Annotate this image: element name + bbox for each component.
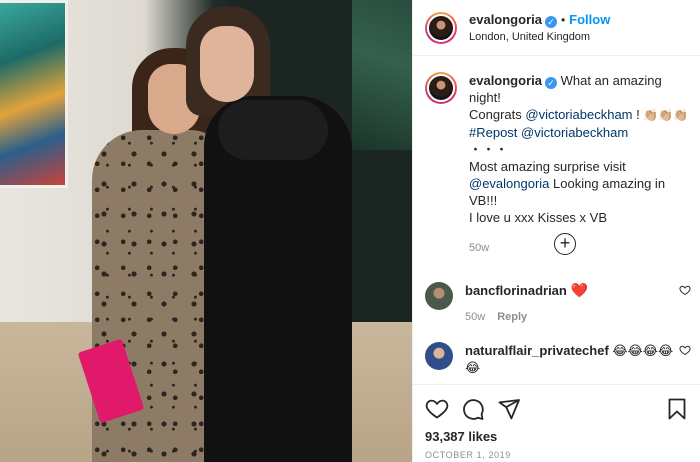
author-avatar[interactable]	[425, 11, 457, 44]
photo-person-right-face	[200, 26, 254, 102]
author-username[interactable]: evalongoria	[469, 12, 542, 27]
comment-avatar[interactable]	[425, 282, 453, 310]
bookmark-icon[interactable]	[665, 397, 689, 421]
comment-text: 😂😂😂😂	[612, 343, 674, 358]
follow-button[interactable]: Follow	[569, 12, 610, 27]
photo-painting-left	[0, 0, 68, 188]
caption-line4: Most amazing surprise visit	[469, 159, 626, 174]
post-header: evalongoria ✓ • Follow London, United Kingd…	[413, 0, 700, 56]
comment-item: bancflorinadrian ❤️ 50w Reply	[413, 282, 700, 326]
verified-badge-icon: ✓	[544, 16, 557, 28]
post-actions: 93,387 likes OCTOBER 1, 2019	[413, 384, 700, 460]
caption-username[interactable]: evalongoria	[469, 73, 542, 88]
clapping-hands-emoji: 👏🏼👏🏼👏🏼	[643, 108, 689, 122]
caption-dots: ・・・	[469, 142, 509, 157]
plus-circle-icon[interactable]: +	[554, 233, 576, 255]
comment-text: ❤️	[570, 282, 588, 298]
caption-exclaim: !	[632, 107, 644, 122]
caption-avatar[interactable]	[425, 72, 457, 104]
comment-item: naturalflair_privatechef 😂😂😂😂 😂	[413, 342, 700, 376]
post-caption: evalongoria ✓ What an amazing night! Cong…	[413, 72, 700, 257]
comment-timestamp[interactable]: 50w	[465, 311, 485, 323]
comment-text-line2: 😂	[465, 360, 481, 375]
photo-painting-right	[352, 0, 412, 150]
heart-icon[interactable]	[425, 397, 449, 421]
caption-mention-victoria-2[interactable]: @victoriabeckham	[521, 125, 628, 140]
comment-avatar[interactable]	[425, 342, 453, 370]
post-date[interactable]: OCTOBER 1, 2019	[425, 450, 689, 460]
post-photo[interactable]	[0, 0, 412, 462]
comment-username[interactable]: naturalflair_privatechef	[465, 343, 609, 358]
post-sidebar: evalongoria ✓ • Follow London, United Kingd…	[412, 0, 700, 462]
caption-mention-victoria[interactable]: @victoriabeckham	[525, 107, 632, 122]
comment-icon[interactable]	[461, 397, 485, 421]
separator-dot: •	[560, 13, 566, 27]
caption-hashtag-repost[interactable]: #Repost	[469, 125, 517, 140]
reply-button[interactable]: Reply	[497, 311, 527, 323]
comment-username[interactable]: bancflorinadrian	[465, 283, 567, 298]
post-location[interactable]: London, United Kingdom	[469, 31, 610, 43]
likes-count[interactable]: 93,387 likes	[425, 429, 689, 444]
caption-line6: I love u xxx Kisses x VB	[469, 210, 607, 225]
paper-plane-icon[interactable]	[497, 397, 521, 421]
comment-heart-icon[interactable]	[679, 284, 691, 299]
caption-verified-badge-icon: ✓	[544, 77, 557, 89]
caption-congrats: Congrats	[469, 107, 526, 122]
comment-heart-icon[interactable]	[679, 344, 691, 359]
caption-timestamp[interactable]: 50w	[469, 240, 689, 257]
caption-mention-eva[interactable]: @evalongoria	[469, 176, 549, 191]
photo-person-right-ruffle	[218, 100, 328, 160]
